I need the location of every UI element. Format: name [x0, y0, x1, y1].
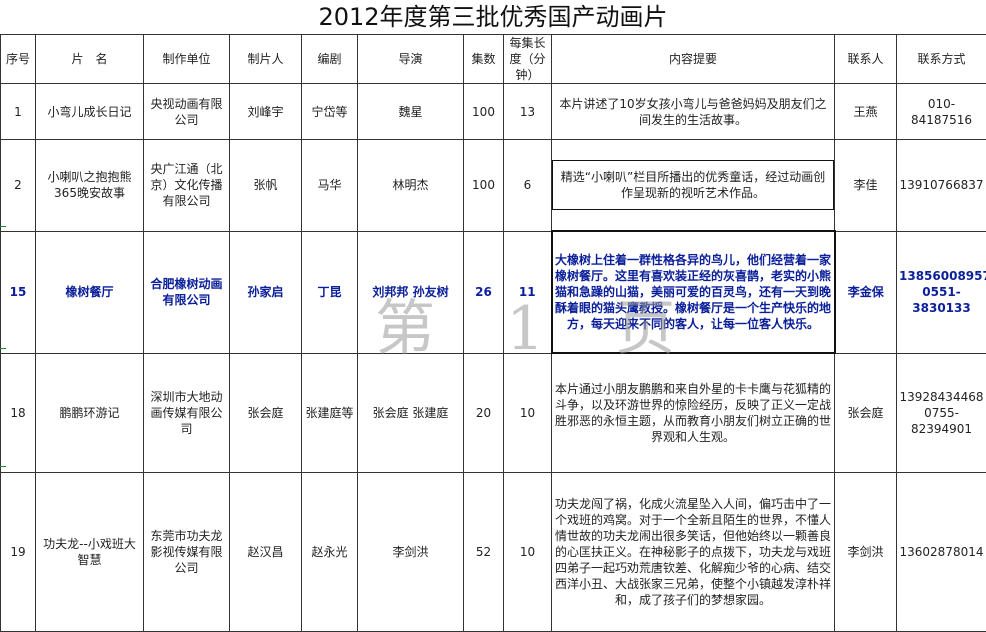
cell-minutes[interactable]: 10 — [504, 473, 552, 632]
cell-producer[interactable]: 孙家启 — [230, 231, 302, 353]
cell-no[interactable]: 15 — [1, 231, 36, 353]
header-phone[interactable]: 联系方式 — [897, 35, 986, 84]
cell-phone[interactable]: 13856008957 0551-3830133 — [897, 231, 986, 353]
cell-director[interactable]: 张会庭 张建庭 — [358, 353, 464, 473]
cell-writer[interactable]: 丁昆 — [302, 231, 358, 353]
cell-no[interactable]: 18 — [1, 353, 36, 473]
table-row: 2 小喇叭之抱抱熊365晚安故事 央广江通（北京）文化传播有限公司 张帆 马华 … — [1, 140, 986, 232]
cell-name[interactable]: 功夫龙--小戏班大智慧 — [36, 473, 144, 632]
cell-minutes[interactable]: 6 — [504, 140, 552, 232]
cell-name[interactable]: 小喇叭之抱抱熊365晚安故事 — [36, 140, 144, 232]
table-row-highlighted: 15 橡树餐厅 合肥橡树动画有限公司 孙家启 丁昆 刘邦邦 孙友树 26 11 … — [1, 231, 986, 353]
cell-name[interactable]: 鹏鹏环游记 — [36, 353, 144, 473]
cell-minutes[interactable]: 10 — [504, 353, 552, 473]
summary-text-box: 精选“小喇叭”栏目所播出的优秀童话，经过动画创作呈现新的视听艺术作品。 — [552, 160, 834, 210]
cell-episodes[interactable]: 20 — [464, 353, 504, 473]
cell-minutes[interactable]: 11 — [504, 231, 552, 353]
cell-name[interactable]: 小弯儿成长日记 — [36, 84, 144, 140]
cell-director[interactable]: 林明杰 — [358, 140, 464, 232]
cell-summary[interactable]: 大橡树上住着一群性格各异的鸟儿，他们经营着一家橡树餐厅。这里有喜欢装正经的灰喜鹊… — [552, 231, 835, 353]
cell-episodes[interactable]: 100 — [464, 84, 504, 140]
table-row: 18 鹏鹏环游记 深圳市大地动画传媒有限公司 张会庭 张建庭等 张会庭 张建庭 … — [1, 353, 986, 473]
spreadsheet-page: 2012年度第三批优秀国产动画片 序号 片 名 制作单位 制片人 编剧 导演 集… — [0, 0, 986, 625]
cell-contact[interactable]: 王燕 — [835, 84, 897, 140]
header-episodes[interactable]: 集数 — [464, 35, 504, 84]
cell-phone[interactable]: 13910766837 — [897, 140, 986, 232]
cell-summary[interactable]: 功夫龙闯了祸，化成火流星坠入人间，偏巧击中了一个戏班的鸡窝。对于一个全新且陌生的… — [552, 473, 835, 632]
cell-writer[interactable]: 马华 — [302, 140, 358, 232]
cell-unit[interactable]: 深圳市大地动画传媒有限公司 — [144, 353, 230, 473]
table-row: 19 功夫龙--小戏班大智慧 东莞市功夫龙影视传媒有限公司 赵汉昌 赵永光 李剑… — [1, 473, 986, 632]
cell-director[interactable]: 刘邦邦 孙友树 — [358, 231, 464, 353]
cell-episodes[interactable]: 26 — [464, 231, 504, 353]
cell-director[interactable]: 李剑洪 — [358, 473, 464, 632]
cell-contact[interactable]: 李金保 — [835, 231, 897, 353]
page-break-marker — [0, 348, 6, 349]
header-unit[interactable]: 制作单位 — [144, 35, 230, 84]
cell-phone[interactable]: 13928434468 0755-82394901 — [897, 353, 986, 473]
cell-unit[interactable]: 央视动画有限公司 — [144, 84, 230, 140]
page-break-marker — [0, 466, 6, 467]
page-title: 2012年度第三批优秀国产动画片 — [0, 0, 986, 35]
cell-producer[interactable]: 刘峰宇 — [230, 84, 302, 140]
cell-name[interactable]: 橡树餐厅 — [36, 231, 144, 353]
header-summary[interactable]: 内容提要 — [552, 35, 835, 84]
cell-unit[interactable]: 合肥橡树动画有限公司 — [144, 231, 230, 353]
cell-producer[interactable]: 张会庭 — [230, 353, 302, 473]
header-writer[interactable]: 编剧 — [302, 35, 358, 84]
cell-unit[interactable]: 央广江通（北京）文化传播有限公司 — [144, 140, 230, 232]
cell-director[interactable]: 魏星 — [358, 84, 464, 140]
table-row: 1 小弯儿成长日记 央视动画有限公司 刘峰宇 宁岱等 魏星 100 13 本片讲… — [1, 84, 986, 140]
header-row: 序号 片 名 制作单位 制片人 编剧 导演 集数 每集长度（分钟） 内容提要 联… — [1, 35, 986, 84]
cell-contact[interactable]: 李佳 — [835, 140, 897, 232]
header-producer[interactable]: 制片人 — [230, 35, 302, 84]
cell-producer[interactable]: 赵汉昌 — [230, 473, 302, 632]
cell-no[interactable]: 19 — [1, 473, 36, 632]
cell-producer[interactable]: 张帆 — [230, 140, 302, 232]
cell-phone[interactable]: 13602878014 — [897, 473, 986, 632]
cell-contact[interactable]: 李剑洪 — [835, 473, 897, 632]
cell-summary[interactable]: 本片通过小朋友鹏鹏和来自外星的卡卡鹰与花狐精的斗争，以及环游世界的惊险经历，反映… — [552, 353, 835, 473]
cell-writer[interactable]: 张建庭等 — [302, 353, 358, 473]
cell-episodes[interactable]: 52 — [464, 473, 504, 632]
cell-unit[interactable]: 东莞市功夫龙影视传媒有限公司 — [144, 473, 230, 632]
header-name[interactable]: 片 名 — [36, 35, 144, 84]
cell-no[interactable]: 1 — [1, 84, 36, 140]
page-break-marker — [0, 226, 6, 227]
cell-episodes[interactable]: 100 — [464, 140, 504, 232]
cell-summary[interactable]: 本片讲述了10岁女孩小弯儿与爸爸妈妈及朋友们之间发生的生活故事。 — [552, 84, 835, 140]
cell-phone[interactable]: 010-84187516 — [897, 84, 986, 140]
header-contact[interactable]: 联系人 — [835, 35, 897, 84]
cell-minutes[interactable]: 13 — [504, 84, 552, 140]
cell-writer[interactable]: 赵永光 — [302, 473, 358, 632]
cell-summary[interactable]: 精选“小喇叭”栏目所播出的优秀童话，经过动画创作呈现新的视听艺术作品。 — [552, 140, 835, 232]
animation-list-table: 序号 片 名 制作单位 制片人 编剧 导演 集数 每集长度（分钟） 内容提要 联… — [0, 34, 986, 632]
cell-contact[interactable]: 张会庭 — [835, 353, 897, 473]
cell-writer[interactable]: 宁岱等 — [302, 84, 358, 140]
header-director[interactable]: 导演 — [358, 35, 464, 84]
header-minutes[interactable]: 每集长度（分钟） — [504, 35, 552, 84]
header-no[interactable]: 序号 — [1, 35, 36, 84]
cell-no[interactable]: 2 — [1, 140, 36, 232]
